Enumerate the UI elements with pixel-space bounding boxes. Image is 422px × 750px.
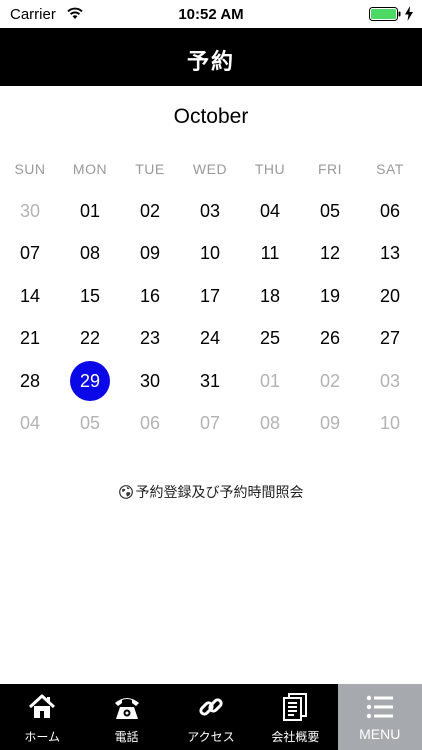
day-cell[interactable]: 21 — [10, 318, 50, 358]
day-cell[interactable]: 26 — [310, 318, 350, 358]
day-cell[interactable]: 10 — [190, 233, 230, 273]
day-cell[interactable]: 08 — [250, 403, 290, 443]
day-cell[interactable]: 13 — [370, 233, 410, 273]
tab-company-label: 会社概要 — [271, 730, 320, 744]
day-cell[interactable]: 12 — [310, 233, 350, 273]
battery-icon — [369, 7, 401, 21]
weekday-label: FRI — [317, 161, 343, 177]
day-cell[interactable]: 17 — [190, 276, 230, 316]
day-cell[interactable]: 27 — [370, 318, 410, 358]
weekday-label: WED — [192, 161, 228, 177]
weekday-label: SUN — [14, 161, 46, 177]
charging-bolt-icon — [405, 6, 413, 21]
weekday-label: TUE — [135, 161, 165, 177]
tab-phone-label: 電話 — [114, 730, 139, 744]
day-cell[interactable]: 06 — [130, 403, 170, 443]
tab-phone[interactable]: 電話 — [84, 684, 168, 750]
day-cell[interactable]: 16 — [130, 276, 170, 316]
day-cell[interactable]: 30 — [10, 191, 50, 231]
month-title: October — [173, 105, 249, 128]
phone-icon — [114, 698, 139, 719]
home-icon — [29, 694, 56, 718]
day-cell[interactable]: 05 — [310, 191, 350, 231]
day-cell[interactable]: 02 — [310, 361, 350, 401]
day-cell[interactable]: 14 — [10, 276, 50, 316]
tab-home[interactable]: ホーム — [0, 684, 84, 750]
day-cell[interactable]: 07 — [190, 403, 230, 443]
day-cell[interactable]: 19 — [310, 276, 350, 316]
menu-icon — [366, 695, 393, 719]
day-cell[interactable]: 11 — [250, 233, 290, 273]
day-cell[interactable]: 04 — [250, 191, 290, 231]
page-title: 予約 — [186, 49, 235, 74]
day-cell[interactable]: 08 — [70, 233, 110, 273]
day-cell[interactable]: 10 — [370, 403, 410, 443]
day-cell[interactable]: 09 — [310, 403, 350, 443]
globe-icon — [118, 485, 133, 499]
day-cell[interactable]: 22 — [70, 318, 110, 358]
reservation-link[interactable]: 予約登録及び予約時間照会 — [0, 482, 422, 502]
day-cell[interactable]: 04 — [10, 403, 50, 443]
weekday-label: MON — [72, 161, 108, 177]
day-cell[interactable]: 01 — [70, 191, 110, 231]
day-cell[interactable]: 15 — [70, 276, 110, 316]
weekday-label: SAT — [376, 161, 404, 177]
day-cell[interactable]: 03 — [190, 191, 230, 231]
day-cell[interactable]: 07 — [10, 233, 50, 273]
tab-company[interactable]: 会社概要 — [253, 684, 337, 750]
day-cell[interactable]: 01 — [250, 361, 290, 401]
day-cell[interactable]: 24 — [190, 318, 230, 358]
day-cell[interactable]: 02 — [130, 191, 170, 231]
day-cell[interactable]: 28 — [10, 361, 50, 401]
day-cell[interactable]: 06 — [370, 191, 410, 231]
reservation-link-label: 予約登録及び予約時間照会 — [135, 484, 304, 500]
day-cell[interactable]: 30 — [130, 361, 170, 401]
link-icon — [199, 698, 223, 716]
document-icon — [283, 693, 308, 721]
status-time: 10:52 AM — [178, 6, 244, 23]
tab-access[interactable]: アクセス — [169, 684, 253, 750]
page-header: 予約 — [0, 28, 422, 86]
day-cell[interactable]: 31 — [190, 361, 230, 401]
tab-menu[interactable]: MENU — [337, 684, 422, 750]
tab-home-label: ホーム — [24, 730, 61, 744]
day-cell[interactable]: 09 — [130, 233, 170, 273]
tab-bar: ホーム 電話 アクセス 会社概要 MENU — [0, 684, 422, 750]
day-cell[interactable]: 23 — [130, 318, 170, 358]
day-cell[interactable]: 03 — [370, 361, 410, 401]
day-cell[interactable]: 20 — [370, 276, 410, 316]
tab-access-label: アクセス — [187, 730, 235, 744]
weekday-label: THU — [254, 161, 286, 177]
day-cell-selected[interactable]: 29 — [70, 360, 110, 401]
status-bar: Carrier 10:52 AM — [0, 0, 422, 28]
day-cell[interactable]: 05 — [70, 403, 110, 443]
tab-menu-label: MENU — [359, 726, 401, 742]
day-cell[interactable]: 25 — [250, 318, 290, 358]
day-cell[interactable]: 18 — [250, 276, 290, 316]
